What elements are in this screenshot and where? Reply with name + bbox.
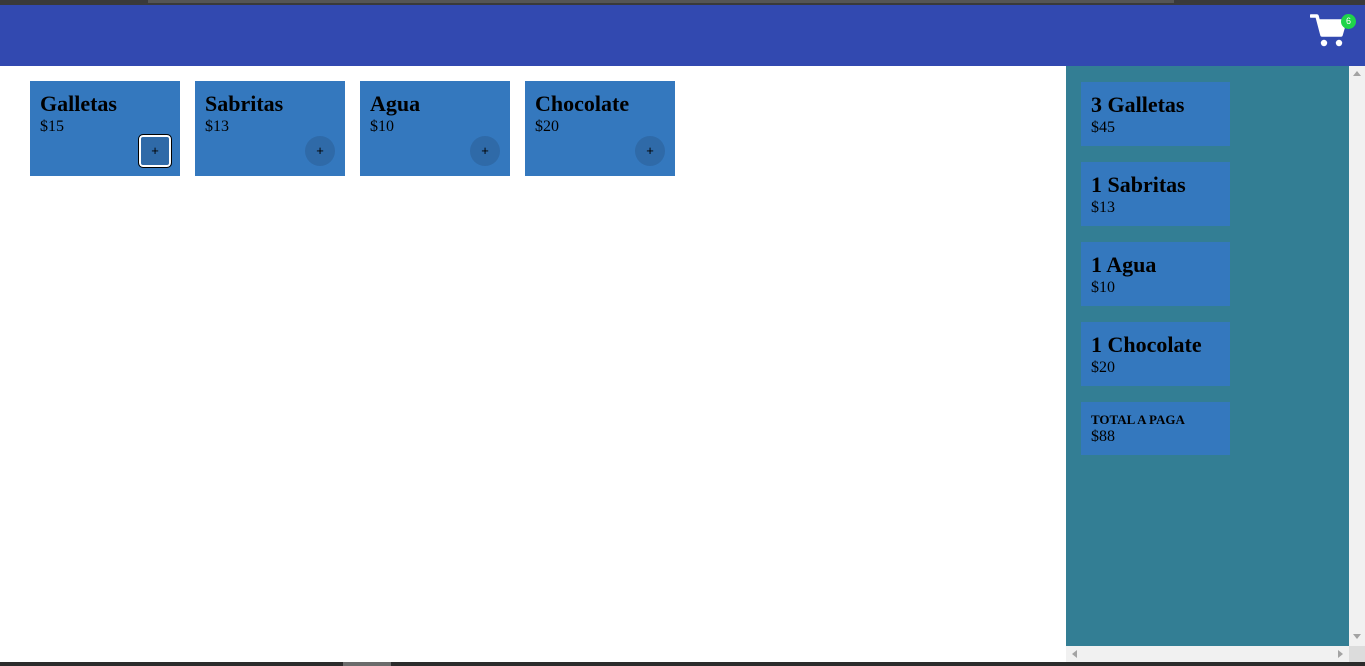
scrollbar-thumb[interactable] (343, 662, 391, 666)
cart-sidebar: 3 Galletas $45 1 Sabritas $13 1 Agua $10… (1066, 66, 1349, 646)
product-card-agua: Agua $10 + (360, 81, 510, 176)
add-to-cart-button[interactable]: + (635, 136, 665, 166)
sidebar-vertical-scrollbar[interactable] (1349, 66, 1365, 646)
cart-item: 3 Galletas $45 (1081, 82, 1230, 146)
cart-item: 1 Chocolate $20 (1081, 322, 1230, 386)
product-card-chocolate: Chocolate $20 + (525, 81, 675, 176)
scroll-right-arrow-icon[interactable] (1338, 650, 1343, 658)
product-price: $15 (40, 118, 64, 135)
product-name: Agua (370, 91, 421, 116)
product-card-galletas: Galletas $15 + (30, 81, 180, 176)
total-value: $88 (1091, 428, 1115, 445)
cart-item-label: 1 Sabritas (1091, 172, 1186, 197)
product-price: $10 (370, 118, 394, 135)
product-name: Galletas (40, 91, 117, 116)
scroll-left-arrow-icon[interactable] (1072, 650, 1077, 658)
product-price: $13 (205, 118, 229, 135)
product-name: Sabritas (205, 91, 284, 116)
cart-total: TOTAL A PAGA $88 (1081, 402, 1230, 455)
total-label: TOTAL A PAGA (1091, 412, 1185, 427)
scroll-up-arrow-icon[interactable] (1353, 71, 1361, 76)
product-list: Galletas $15 + Sabritas $13 + Agua $10 +… (0, 66, 1066, 666)
cart-item-price: $13 (1091, 199, 1115, 216)
add-to-cart-button[interactable]: + (470, 136, 500, 166)
app-header (0, 5, 1365, 66)
add-to-cart-button[interactable]: + (138, 134, 172, 168)
cart-item-label: 1 Agua (1091, 252, 1157, 277)
product-card-sabritas: Sabritas $13 + (195, 81, 345, 176)
cart-item-price: $20 (1091, 359, 1115, 376)
browser-tab-area (148, 0, 1174, 3)
cart-item-price: $10 (1091, 279, 1115, 296)
sidebar-horizontal-scrollbar[interactable] (1066, 646, 1349, 662)
add-to-cart-button[interactable]: + (305, 136, 335, 166)
page-horizontal-scrollbar[interactable] (0, 662, 1365, 666)
cart-item: 1 Agua $10 (1081, 242, 1230, 306)
scroll-down-arrow-icon[interactable] (1353, 634, 1361, 639)
scrollbar-corner (1349, 646, 1365, 662)
cart-item: 1 Sabritas $13 (1081, 162, 1230, 226)
cart-item-label: 3 Galletas (1091, 92, 1185, 117)
cart-item-price: $45 (1091, 119, 1115, 136)
product-name: Chocolate (535, 91, 630, 116)
product-price: $20 (535, 118, 559, 135)
cart-count-badge: 6 (1341, 14, 1356, 29)
cart-item-label: 1 Chocolate (1091, 332, 1202, 357)
